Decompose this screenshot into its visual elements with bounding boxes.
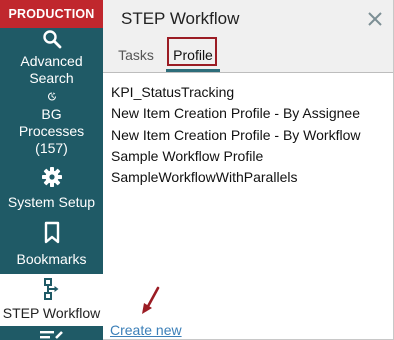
nav-label: Bookmarks xyxy=(16,251,87,267)
active-tab-indicator xyxy=(166,69,220,72)
bookmark-icon xyxy=(44,221,59,244)
environment-badge: PRODUCTION xyxy=(0,0,103,28)
list-item[interactable]: New Item Creation Profile - By Workflow xyxy=(111,125,360,146)
nav-item-advanced-search[interactable]: Advanced Search xyxy=(0,28,103,88)
nav-label: Advanced Search xyxy=(20,53,83,86)
nav-label: STEP Workflow xyxy=(2,305,101,321)
left-nav: PRODUCTION Advanced Search BG Processes … xyxy=(0,0,103,340)
annotation-arrow-icon xyxy=(142,286,160,314)
workflow-icon xyxy=(43,278,58,300)
gear-icon xyxy=(41,167,62,187)
tab-tasks[interactable]: Tasks xyxy=(111,38,161,71)
tab-label: Tasks xyxy=(118,46,154,63)
search-icon xyxy=(42,30,61,49)
panel-tabs: Tasks Profile xyxy=(103,38,393,73)
tab-label: Profile xyxy=(173,46,213,63)
panel-header: STEP Workflow xyxy=(103,0,393,38)
tab-profile[interactable]: Profile xyxy=(166,38,220,72)
close-icon[interactable] xyxy=(366,10,384,28)
list-item[interactable]: New Item Creation Profile - By Assignee xyxy=(111,103,360,124)
bg-processes-icon xyxy=(47,92,56,101)
list-item[interactable]: SampleWorkflowWithParallels xyxy=(111,167,360,188)
list-item[interactable]: KPI_StatusTracking xyxy=(111,82,360,103)
edit-icon xyxy=(40,331,63,339)
nav-label: BG Processes (157) xyxy=(18,106,85,156)
create-new-link[interactable]: Create new xyxy=(110,322,182,338)
nav-item-bg-processes[interactable]: BG Processes (157) xyxy=(0,92,103,157)
list-item[interactable]: Sample Workflow Profile xyxy=(111,146,360,167)
nav-item-bookmarks[interactable]: Bookmarks xyxy=(0,221,103,271)
nav-item-system-setup[interactable]: System Setup xyxy=(0,166,103,214)
nav-item-step-workflow[interactable]: STEP Workflow xyxy=(0,274,103,326)
panel-title: STEP Workflow xyxy=(121,9,240,28)
nav-label: System Setup xyxy=(7,194,96,210)
profile-list: KPI_StatusTracking New Item Creation Pro… xyxy=(111,82,360,188)
